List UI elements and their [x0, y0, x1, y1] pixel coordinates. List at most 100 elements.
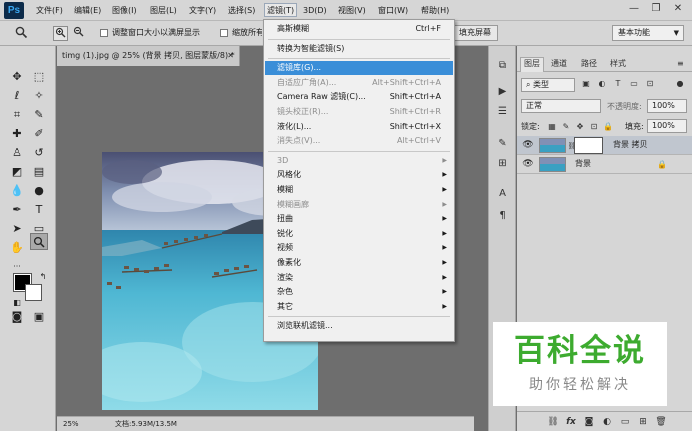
panel-menu-icon[interactable]: ≡ — [677, 58, 684, 70]
filter-menu-item[interactable]: 消失点(V)... Alt+Ctrl+V — [265, 134, 453, 148]
eyedropper-icon[interactable]: ✎ — [30, 106, 48, 123]
paragraph-panel-icon[interactable]: ¶ — [494, 208, 511, 223]
tab-styles[interactable]: 样式 — [610, 58, 626, 70]
lock-artboard-icon[interactable]: ⊡ — [589, 122, 599, 132]
lock-image-icon[interactable]: ✎ — [561, 122, 571, 132]
layer-row[interactable]: 👁 ⛓ 背景 拷贝 — [517, 136, 692, 155]
minimize-button[interactable]: — — [626, 2, 642, 16]
document-tab[interactable]: timg (1).jpg @ 25% (背景 拷贝, 图层蒙版/8) * ✕ — [57, 46, 240, 66]
filter-smart-object-icon[interactable]: ⊡ — [645, 79, 655, 89]
filter-menu-item[interactable]: 转换为智能滤镜(S) — [265, 42, 453, 56]
background-color-swatch[interactable] — [25, 284, 42, 301]
lock-all-icon[interactable]: 🔒 — [603, 122, 613, 132]
filter-menu-item[interactable]: 3D ▶ — [265, 154, 453, 168]
character-panel-icon[interactable]: A — [494, 186, 511, 201]
new-layer-icon[interactable]: ⊞ — [637, 416, 649, 428]
menu-help[interactable]: 帮助(H) — [421, 4, 449, 18]
dodge-tool-icon[interactable]: ● — [30, 182, 48, 199]
quick-mask-icon[interactable]: ◙ — [8, 308, 26, 325]
menu-select[interactable]: 选择(S) — [228, 4, 255, 18]
path-select-icon[interactable]: ➤ — [8, 220, 26, 237]
opacity-input[interactable]: 100% — [647, 99, 687, 113]
healing-brush-icon[interactable]: ✚ — [8, 125, 26, 142]
brush-panel-icon[interactable]: ✎ — [494, 136, 511, 151]
filter-menu-item[interactable]: 模糊画廊 ▶ — [265, 198, 453, 212]
close-button[interactable]: ✕ — [670, 2, 686, 16]
menu-filter[interactable]: 滤镜(T) — [264, 3, 298, 17]
restore-button[interactable]: ❐ — [648, 2, 664, 16]
magic-wand-icon[interactable]: ✧ — [30, 87, 48, 104]
filter-menu-item[interactable]: 模糊 ▶ — [265, 183, 453, 197]
filter-menu-item[interactable]: 滤镜库(G)... — [265, 61, 453, 76]
screen-mode-icon[interactable]: ▣ — [30, 308, 48, 325]
menu-type[interactable]: 文字(Y) — [189, 4, 216, 18]
marquee-tool-icon[interactable]: ⬚ — [30, 68, 48, 85]
zoom-out-icon[interactable] — [71, 26, 86, 41]
lasso-tool-icon[interactable]: ℓ — [8, 87, 26, 104]
filter-toggle-icon[interactable]: ● — [675, 79, 685, 89]
menu-edit[interactable]: 编辑(E) — [74, 4, 101, 18]
resize-windows-checkbox[interactable] — [100, 29, 108, 37]
lock-transparent-icon[interactable]: ▦ — [547, 122, 557, 132]
menu-3d[interactable]: 3D(D) — [303, 4, 327, 18]
filter-adjustment-icon[interactable]: ◐ — [597, 79, 607, 89]
fill-screen-button[interactable]: 填充屏幕 — [452, 25, 498, 41]
menu-file[interactable]: 文件(F) — [36, 4, 63, 18]
move-tool-icon[interactable]: ✥ — [8, 68, 26, 85]
filter-pixel-icon[interactable]: ▣ — [581, 79, 591, 89]
gradient-tool-icon[interactable]: ▤ — [30, 163, 48, 180]
workspace-select[interactable]: 基本功能 ▼ — [612, 25, 684, 41]
filter-type-icon[interactable]: T — [613, 79, 623, 89]
menu-window[interactable]: 窗口(W) — [378, 4, 408, 18]
filter-shape-icon[interactable]: ▭ — [629, 79, 639, 89]
menu-layer[interactable]: 图层(L) — [150, 4, 177, 18]
history-brush-icon[interactable]: ↺ — [30, 144, 48, 161]
actions-panel-icon[interactable]: ▶ — [494, 84, 511, 99]
hand-tool-icon[interactable]: ✋ — [8, 239, 26, 256]
filter-menu-item[interactable]: 浏览联机滤镜... — [265, 319, 453, 333]
menu-image[interactable]: 图像(I) — [112, 4, 137, 18]
more-tools-icon[interactable]: ··· — [8, 258, 26, 275]
fx-icon[interactable]: fx — [565, 416, 577, 428]
fill-input[interactable]: 100% — [647, 119, 687, 133]
link-icon[interactable]: ⛓ — [547, 416, 559, 428]
clone-source-icon[interactable]: ⊞ — [494, 156, 511, 171]
tab-paths[interactable]: 路径 — [581, 58, 597, 70]
crop-tool-icon[interactable]: ⌗ — [8, 106, 26, 123]
lock-position-icon[interactable]: ✥ — [575, 122, 585, 132]
mask-icon[interactable]: ◙ — [583, 416, 595, 428]
blur-tool-icon[interactable]: 💧 — [8, 182, 26, 199]
filter-menu-item[interactable]: 高斯模糊 Ctrl+F — [265, 22, 453, 36]
clone-stamp-icon[interactable]: ♙ — [8, 144, 26, 161]
layer-mask-thumbnail[interactable] — [574, 137, 603, 154]
filter-menu-item[interactable]: 风格化 ▶ — [265, 168, 453, 182]
filter-menu-item[interactable]: 液化(L)... Shift+Ctrl+X — [265, 120, 453, 134]
filter-menu-item[interactable]: 锐化 ▶ — [265, 227, 453, 241]
filter-menu-item[interactable]: 渲染 ▶ — [265, 271, 453, 285]
brush-tool-icon[interactable]: ✐ — [30, 125, 48, 142]
filter-menu-item[interactable]: Camera Raw 滤镜(C)... Shift+Ctrl+A — [265, 90, 453, 104]
blend-mode-select[interactable]: 正常 — [521, 99, 601, 113]
history-panel-icon[interactable]: ⧉ — [494, 58, 511, 73]
zoom-tool-icon[interactable] — [14, 26, 29, 41]
layer-row[interactable]: 👁 背景 🔒 — [517, 155, 692, 174]
zoom-in-icon[interactable] — [53, 26, 68, 41]
trash-icon[interactable]: 🗑 — [655, 416, 667, 428]
properties-panel-icon[interactable]: ☰ — [494, 104, 511, 119]
visibility-eye-icon[interactable]: 👁 — [522, 140, 534, 150]
visibility-eye-icon[interactable]: 👁 — [522, 159, 534, 169]
close-tab-icon[interactable]: ✕ — [227, 46, 234, 66]
zoom-level[interactable]: 25% — [63, 417, 79, 431]
zoom-all-checkbox[interactable] — [220, 29, 228, 37]
filter-menu-item[interactable]: 视频 ▶ — [265, 241, 453, 255]
filter-menu-item[interactable]: 扭曲 ▶ — [265, 212, 453, 226]
tab-layers[interactable]: 图层 — [520, 57, 544, 72]
type-tool-icon[interactable]: T — [30, 201, 48, 218]
group-icon[interactable]: ▭ — [619, 416, 631, 428]
filter-menu-item[interactable]: 自适应广角(A)... Alt+Shift+Ctrl+A — [265, 76, 453, 90]
swap-colors-icon[interactable]: ↰ — [34, 268, 52, 285]
layer-kind-filter[interactable]: ⌕ 类型 — [521, 78, 575, 92]
pen-tool-icon[interactable]: ✒ — [8, 201, 26, 218]
tab-channels[interactable]: 通道 — [551, 58, 567, 70]
filter-menu-item[interactable]: 杂色 ▶ — [265, 285, 453, 299]
